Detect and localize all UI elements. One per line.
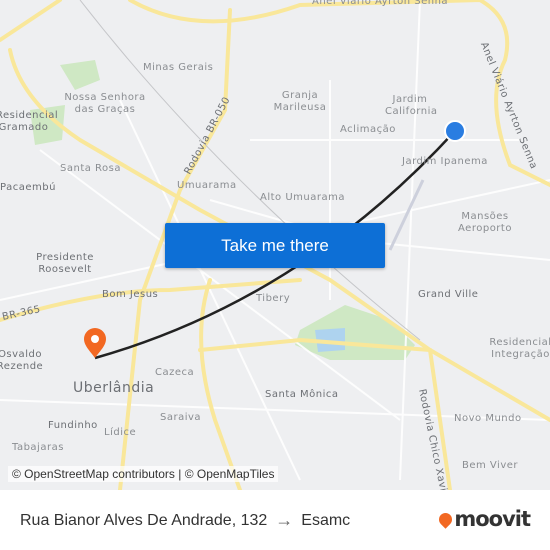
map-label: Jardim California <box>385 94 438 117</box>
map-label: Umuarama <box>177 180 237 191</box>
map[interactable]: Anel Viário Ayrton Senna Minas Gerais No… <box>0 0 550 490</box>
map-label: Santa Rosa <box>60 163 121 174</box>
map-label: Residencial Integração <box>489 337 550 360</box>
map-label: Alto Umuarama <box>260 192 345 203</box>
map-label: Bem Viver <box>462 460 519 471</box>
map-label: Lídice <box>104 427 137 438</box>
map-label: Jardim Ipanema <box>402 156 488 167</box>
map-label: Bom Jesus <box>102 289 159 300</box>
map-label: Mansões Aeroporto <box>458 211 512 234</box>
map-label: Santa Mônica <box>265 389 339 400</box>
map-label: Novo Mundo <box>454 413 522 424</box>
map-label: Fundinho <box>48 420 98 431</box>
map-label: Minas Gerais <box>143 62 214 73</box>
map-label: Presidente Roosevelt <box>36 252 94 275</box>
map-label: Cazeca <box>155 367 195 378</box>
map-label: Tabajaras <box>12 442 64 453</box>
destination-marker <box>84 328 106 358</box>
arrow-right-icon: → <box>275 510 294 530</box>
origin-name: Rua Bianor Alves De Andrade, 132 <box>20 511 268 529</box>
map-label: Grand Ville <box>418 289 479 300</box>
origin-marker <box>444 120 466 142</box>
map-label: Granja Marileusa <box>273 90 327 113</box>
map-label: Pacaembú <box>0 182 56 193</box>
footer: Rua Bianor Alves De Andrade, 132 → Esamc… <box>0 490 550 550</box>
map-label: Anel Viário Ayrton Senna <box>312 0 449 7</box>
route-summary: Rua Bianor Alves De Andrade, 132 → Esamc <box>20 510 350 531</box>
city-label: Uberlândia <box>73 380 155 396</box>
map-label: Aclimação <box>340 124 396 135</box>
destination-name: Esamc <box>301 511 351 529</box>
map-label: Residencial Gramado <box>0 110 59 133</box>
map-label: Osvaldo Rezende <box>0 349 44 372</box>
take-me-there-button[interactable]: Take me there <box>165 223 385 268</box>
pin-icon <box>436 509 456 529</box>
moovit-logo: moovit <box>436 507 531 531</box>
map-label: Nossa Senhora das Graças <box>64 92 146 115</box>
map-label: Tibery <box>256 293 291 304</box>
map-attribution[interactable]: © OpenStreetMap contributors | © OpenMap… <box>8 466 279 482</box>
map-label: Saraiva <box>160 412 202 423</box>
